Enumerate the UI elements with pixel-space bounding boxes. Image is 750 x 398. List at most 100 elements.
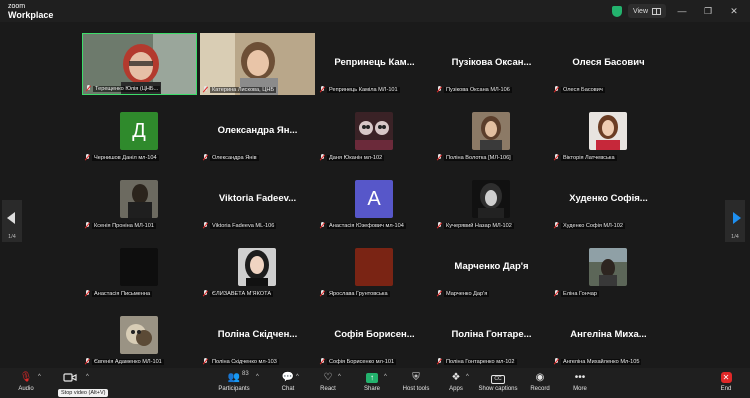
muted-mic-icon (437, 358, 442, 365)
participant-display-name: Viktoria Fadeev... (218, 193, 297, 204)
participant-tile[interactable]: Поліна Гонтаре... Поліна Гонтаренко мл-1… (434, 305, 549, 367)
participant-caption: Вікторія Латчевська (551, 152, 620, 163)
minimize-button[interactable]: — (672, 4, 692, 18)
participant-name: ЄЛИЗАВЕТА М'ЯКОТА (210, 290, 274, 297)
muted-mic-icon (85, 290, 90, 297)
participant-caption: Кучерявий Назар МЛ-102 (434, 220, 517, 231)
video-options-caret-icon[interactable]: ^ (86, 374, 89, 380)
participant-tile[interactable]: Пузікова Оксан... Пузікова Оксана МЛ-106 (434, 33, 549, 95)
title-bar: zoom Workplace View — ❐ ✕ (0, 0, 750, 22)
participant-tile[interactable]: Кучерявий Назар МЛ-102 (434, 169, 549, 231)
participant-tile[interactable]: Худенко Софія... Худенко Софія МЛ-102 (551, 169, 666, 231)
participant-name: Худенко Софія МЛ-102 (561, 222, 625, 229)
participant-name: Viktoria Fadeeva ML-106 (210, 222, 277, 229)
muted-mic-icon (554, 86, 559, 93)
participant-tile[interactable]: Д Чернишов Даніл мл-104 (82, 101, 197, 163)
participants-caret-icon[interactable]: ^ (256, 374, 259, 380)
audio-label: Audio (18, 386, 34, 392)
previous-page-button[interactable]: 1/4 (2, 200, 22, 242)
participant-name: Олександра Янів (210, 154, 259, 161)
participant-caption: Худенко Софія МЛ-102 (551, 220, 628, 231)
participant-tile[interactable]: Євгенія Адаменко МЛ-101 (82, 305, 197, 367)
view-button[interactable]: View (627, 4, 666, 18)
apps-caret-icon[interactable]: ^ (466, 374, 469, 380)
more-label: More (573, 386, 587, 392)
participant-name: Ярослава Грунтовська (327, 290, 390, 297)
participant-tile[interactable]: Поліна Скідчен... Поліна Скідченко мл-10… (200, 305, 315, 367)
participant-caption: Viktoria Fadeeva ML-106 (200, 220, 279, 231)
next-page-button[interactable]: 1/4 (725, 200, 745, 242)
participant-name: Ксенія Проніна МЛ-101 (92, 222, 156, 229)
video-camera-icon (63, 373, 77, 382)
participant-tile[interactable]: Ангеліна Миха... Ангеліна Михайленко Мл-… (551, 305, 666, 367)
participant-display-name: Софія Борисен... (334, 329, 415, 340)
muted-mic-icon (554, 222, 559, 229)
participant-tile[interactable]: Даня Юканін мл-102 (317, 101, 432, 163)
meeting-toolbar: 🎙 Audio ^ ^ 👥 Participants 83 ^ 💬 Chat ^… (0, 368, 750, 398)
profile-photo (120, 180, 158, 218)
muted-mic-icon (203, 290, 208, 297)
participant-caption: Марченко Дар'я (434, 288, 492, 299)
participant-tile[interactable]: Viktoria Fadeev... Viktoria Fadeeva ML-1… (200, 169, 315, 231)
participant-tile[interactable]: Олександра Ян... Олександра Янів (200, 101, 315, 163)
record-icon: ◉ (535, 372, 545, 383)
participant-name: Кучерявий Назар МЛ-102 (444, 222, 514, 229)
muted-mic-icon (86, 85, 91, 92)
profile-photo (589, 248, 627, 286)
muted-mic-icon (85, 154, 90, 161)
chevron-right-icon (733, 212, 741, 224)
participant-tile[interactable]: Катерина Лискова, ЦНБ (200, 33, 315, 95)
participant-tile[interactable]: A Анастасія Юзефович мл-104 (317, 169, 432, 231)
participant-tile[interactable]: ЄЛИЗАВЕТА М'ЯКОТА (200, 237, 315, 299)
participant-tile[interactable]: Терещенко Юлія (ЦНБ... (82, 33, 197, 95)
host-tools-button[interactable]: ⛨ Host tools (396, 372, 436, 396)
react-caret-icon[interactable]: ^ (338, 374, 341, 380)
participant-caption: Пузікова Оксана МЛ-106 (434, 84, 515, 95)
participant-tile[interactable]: Еліна Гончар (551, 237, 666, 299)
muted-mic-icon (320, 86, 325, 93)
shield-icon[interactable] (611, 5, 622, 17)
share-caret-icon[interactable]: ^ (384, 374, 387, 380)
participant-tile[interactable]: Поліна Волотка [МЛ-106] (434, 101, 549, 163)
participant-tile[interactable]: Марченко Дар'я Марченко Дар'я (434, 237, 549, 299)
participant-caption: Еліна Гончар (551, 288, 602, 299)
participant-name: Вікторія Латчевська (561, 154, 617, 161)
participant-name: Анастасія Письменна (92, 290, 153, 297)
apps-button[interactable]: ❖ Apps (436, 372, 476, 396)
apps-icon: ❖ (451, 372, 461, 383)
show-captions-button[interactable]: CC Show captions (478, 372, 518, 396)
page-indicator-left: 1/4 (8, 234, 16, 240)
participant-tile[interactable]: Ярослава Грунтовська (317, 237, 432, 299)
participant-tile[interactable]: Репринець Кам... Репринець Каміла МЛ-101 (317, 33, 432, 95)
more-button[interactable]: ••• More (560, 372, 600, 396)
audio-options-caret-icon[interactable]: ^ (38, 374, 41, 380)
page-indicator-right: 1/4 (731, 234, 739, 240)
captions-icon: CC (478, 372, 518, 384)
muted-mic-icon (203, 154, 208, 161)
maximize-button[interactable]: ❐ (698, 4, 718, 18)
profile-photo (589, 112, 627, 150)
end-button[interactable]: ✕ End (706, 372, 746, 396)
participant-tile[interactable]: Ксенія Проніна МЛ-101 (82, 169, 197, 231)
participant-caption: Олеся Басович (551, 84, 608, 95)
chat-caret-icon[interactable]: ^ (296, 374, 299, 380)
participant-caption: Ксенія Проніна МЛ-101 (82, 220, 159, 231)
participant-tile[interactable]: Вікторія Латчевська (551, 101, 666, 163)
participant-tile[interactable]: Софія Борисен... Софія Борисенко мл-101 (317, 305, 432, 367)
record-button[interactable]: ◉ Record (520, 372, 560, 396)
muted-mic-icon (437, 154, 442, 161)
participant-display-name: Худенко Софія... (569, 193, 648, 204)
participant-tile[interactable]: Олеся Басович Олеся Басович (551, 33, 666, 95)
participant-caption: Поліна Гонтаренко мл-102 (434, 356, 520, 367)
chat-label: Chat (281, 386, 295, 392)
close-button[interactable]: ✕ (724, 4, 744, 18)
participant-display-name: Поліна Скідчен... (217, 329, 298, 340)
participant-tile[interactable]: Анастасія Письменна (82, 237, 197, 299)
muted-mic-icon (203, 358, 208, 365)
participant-caption: Євгенія Адаменко МЛ-101 (82, 356, 167, 367)
participant-caption: Терещенко Юлія (ЦНБ... (83, 83, 163, 94)
chat-button[interactable]: 💬 Chat (268, 372, 308, 396)
react-button[interactable]: ♡ React (308, 372, 348, 396)
stop-video-tooltip: Stop video (Alt+V) (58, 389, 109, 397)
more-icon: ••• (574, 372, 586, 383)
